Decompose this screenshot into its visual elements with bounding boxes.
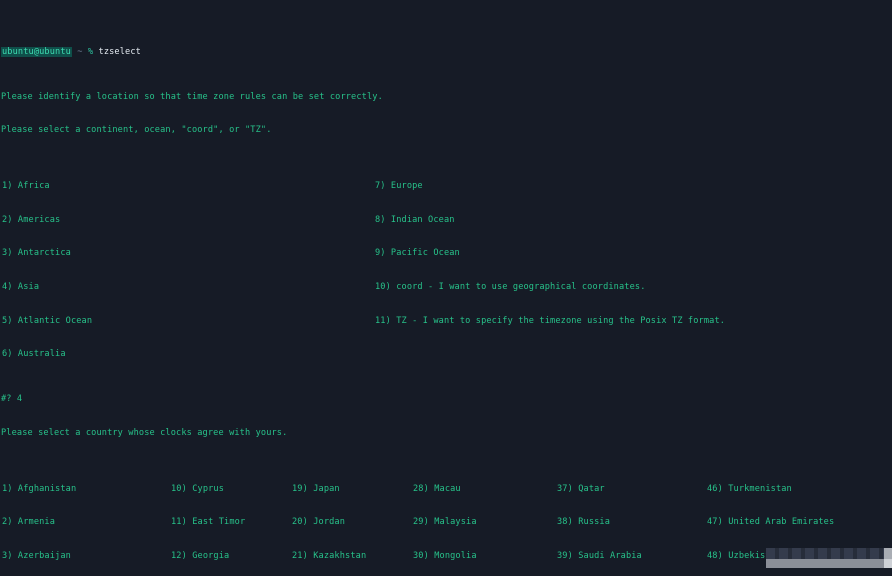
country-option: 3) Azerbaijan bbox=[2, 550, 71, 561]
prompt-user-host: ubuntu@ubuntu bbox=[1, 46, 72, 57]
country-option: 37) Qatar bbox=[557, 483, 605, 494]
tzselect-intro-line-2: Please select a continent, ocean, "coord… bbox=[1, 125, 272, 136]
terminal-window[interactable]: ubuntu@ubuntu ~ % tzselect Please identi… bbox=[0, 0, 892, 576]
scrollbar-overlay-artifact[interactable] bbox=[766, 548, 892, 576]
country-row: 1) Afghanistan 10) Cyprus 19) Japan 28) Mac… bbox=[1, 484, 892, 495]
continent-option: 1) Africa bbox=[2, 181, 50, 192]
country-option: 47) United Arab Emirates bbox=[707, 517, 835, 528]
answer-continent: #? 4 bbox=[1, 393, 23, 404]
continent-row: 2) Americas 8) Indian Ocean bbox=[1, 215, 892, 226]
scrollbar-ticks bbox=[766, 548, 884, 559]
country-option: 21) Kazakhstan bbox=[292, 550, 367, 561]
continent-option: 5) Atlantic Ocean bbox=[2, 315, 93, 326]
continent-option: 2) Americas bbox=[2, 214, 61, 225]
continent-option: 9) Pacific Ocean bbox=[375, 248, 460, 259]
country-option: 38) Russia bbox=[557, 517, 611, 528]
country-option: 11) East Timor bbox=[171, 517, 246, 528]
continent-option: 4) Asia bbox=[2, 281, 40, 292]
country-option: 10) Cyprus bbox=[171, 483, 225, 494]
country-option: 20) Jordan bbox=[292, 517, 346, 528]
continent-option: 10) coord - I want to use geographical c… bbox=[375, 281, 646, 292]
scrollbar-end-cap-lower bbox=[884, 559, 892, 568]
command-tzselect: tzselect bbox=[98, 46, 141, 57]
country-option: 29) Malaysia bbox=[413, 517, 477, 528]
country-option: 46) Turkmenistan bbox=[707, 483, 792, 494]
continent-row: 6) Australia bbox=[1, 349, 892, 360]
scrollbar-thumb[interactable] bbox=[766, 559, 884, 568]
shell-prompt-line-tzselect: ubuntu@ubuntu ~ % tzselect bbox=[1, 46, 892, 58]
continent-option: 11) TZ - I want to specify the timezone … bbox=[375, 315, 726, 326]
country-option: 2) Armenia bbox=[2, 517, 56, 528]
country-prompt: Please select a country whose clocks agr… bbox=[1, 427, 288, 438]
country-row: 2) Armenia 11) East Timor 20) Jordan 29) Ma… bbox=[1, 517, 892, 528]
continent-option: 3) Antarctica bbox=[2, 248, 71, 259]
country-row: 3) Azerbaijan 12) Georgia 21) Kazakhstan 30… bbox=[1, 551, 892, 562]
continent-option: 7) Europe bbox=[375, 181, 423, 192]
continent-row: 5) Atlantic Ocean 11) TZ - I want to spec… bbox=[1, 316, 892, 327]
continent-row: 3) Antarctica 9) Pacific Ocean bbox=[1, 248, 892, 259]
continent-option: 8) Indian Ocean bbox=[375, 214, 455, 225]
country-option: 30) Mongolia bbox=[413, 550, 477, 561]
country-option: 12) Georgia bbox=[171, 550, 230, 561]
continent-option: 6) Australia bbox=[2, 349, 66, 360]
country-option: 1) Afghanistan bbox=[2, 483, 77, 494]
continent-row: 4) Asia 10) coord - I want to use geograp… bbox=[1, 282, 892, 293]
country-option: 19) Japan bbox=[292, 483, 340, 494]
tzselect-intro-line-1: Please identify a location so that time … bbox=[1, 91, 383, 102]
continent-row: 1) Africa 7) Europe bbox=[1, 181, 892, 192]
country-option: 39) Saudi Arabia bbox=[557, 550, 642, 561]
scrollbar-end-cap bbox=[884, 548, 892, 559]
country-option: 28) Macau bbox=[413, 483, 461, 494]
